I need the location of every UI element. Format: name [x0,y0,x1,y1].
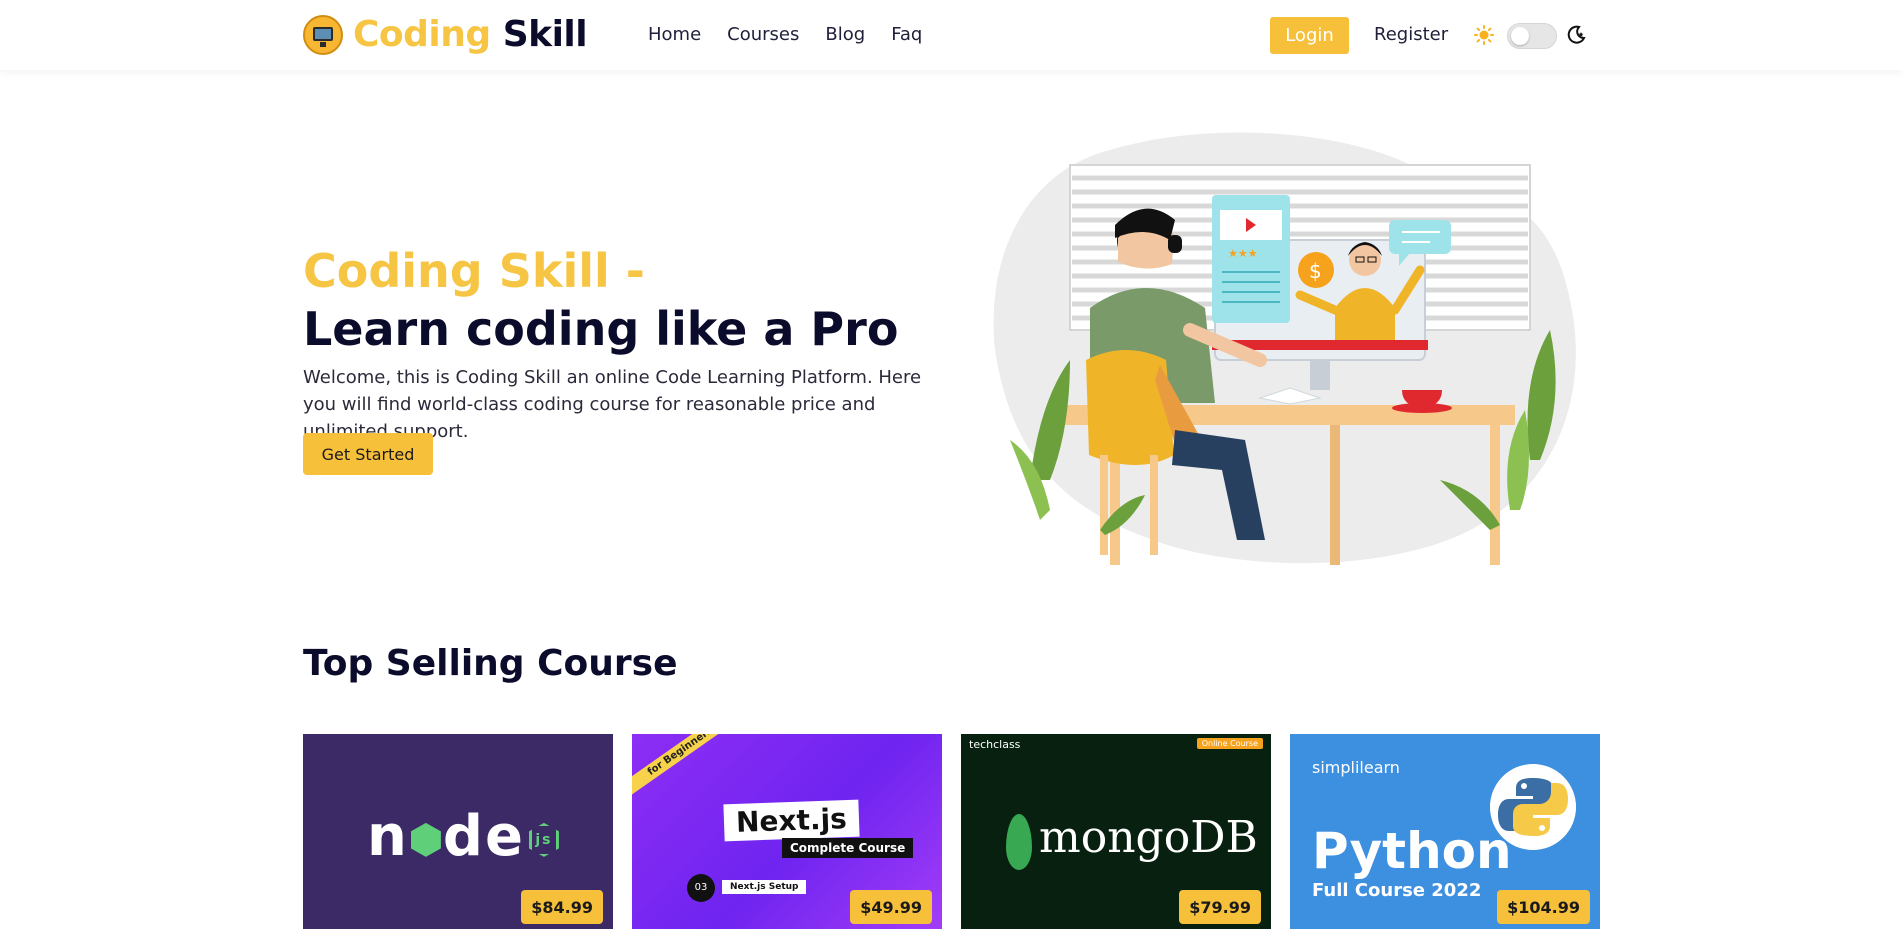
hero-illustration: ★★★ $ [993,132,1576,565]
main-nav: Home Courses Blog Faq [648,24,922,45]
brand-logo-link[interactable]: Coding Skill [303,14,588,55]
theme-toggle-knob [1511,27,1529,45]
course-price: $84.99 [521,890,603,924]
course-card-nextjs[interactable]: for Beginners Next.js Complete Course 03… [632,734,942,929]
course-price: $104.99 [1497,890,1590,924]
brand-name-part2: Skill [502,14,588,55]
navbar: Coding Skill Home Courses Blog Faq Login… [0,0,1903,70]
course-banner-title: Next.js [723,799,860,842]
course-publisher: simplilearn [1312,758,1400,777]
course-step-number: 03 [687,874,715,902]
nav-link-home[interactable]: Home [648,24,701,45]
brand-name: Coding Skill [353,14,588,55]
sun-icon [1474,25,1494,45]
python-logo-icon [1490,764,1576,850]
course-price: $49.99 [850,890,932,924]
register-link[interactable]: Register [1374,24,1448,45]
mongodb-leaf-icon [1006,814,1032,870]
course-tag: Online Course [1196,738,1263,749]
nav-link-courses[interactable]: Courses [727,24,799,45]
login-button[interactable]: Login [1270,17,1349,54]
nodejs-logo-icon: n de js [367,804,559,869]
nav-link-faq[interactable]: Faq [891,24,922,45]
svg-text:★★★: ★★★ [1228,247,1258,260]
course-card-python[interactable]: simplilearn Python Full Course 2022 $104… [1290,734,1600,929]
course-ribbon: for Beginners [632,734,741,797]
moon-icon [1567,25,1586,44]
brand-name-part1: Coding [353,14,491,55]
get-started-button[interactable]: Get Started [303,433,433,475]
course-banner-title: Python [1312,822,1512,880]
course-publisher: techclass [969,738,1021,751]
course-logo-text: mongoDB [1039,812,1258,863]
course-card-nodejs[interactable]: n de js $84.99 [303,734,613,929]
course-banner-subtitle: Complete Course [782,838,914,858]
svg-text:$: $ [1309,259,1322,283]
nav-link-blog[interactable]: Blog [825,24,865,45]
theme-toggle[interactable] [1507,23,1557,49]
section-title: Top Selling Course [303,643,678,684]
course-step-label: Next.js Setup [722,880,807,894]
course-price: $79.99 [1179,890,1261,924]
course-banner-subtitle: Full Course 2022 [1312,880,1482,901]
computer-logo-icon [303,14,343,55]
hero-title: Learn coding like a Pro [303,302,899,356]
hero-title-highlight: Coding Skill - [303,244,645,298]
course-card-mongodb[interactable]: techclass Online Course mongoDB $79.99 [961,734,1271,929]
